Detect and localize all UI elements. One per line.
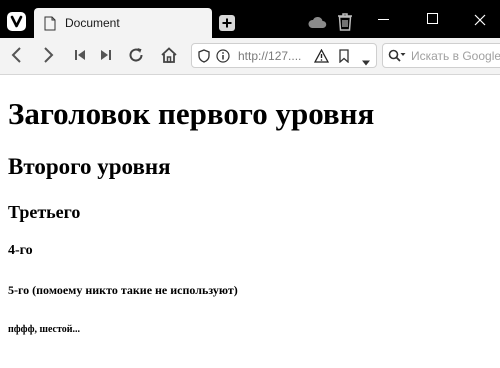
- heading-level-6: пффф, шестой...: [8, 324, 81, 335]
- heading-level-3: Третьего: [8, 202, 81, 222]
- heading-level-1: Заголовок первого уровня: [8, 96, 375, 131]
- tab-document[interactable]: Document: [34, 8, 212, 38]
- cloud-icon[interactable]: [307, 16, 327, 34]
- vivaldi-logo-icon[interactable]: [7, 12, 26, 31]
- heading-level-5: 5-го (помоему никто такие не используют): [8, 283, 238, 297]
- trash-icon[interactable]: [337, 13, 353, 36]
- new-tab-icon[interactable]: [218, 14, 236, 37]
- search-input[interactable]: Искать в Google: [411, 49, 500, 63]
- warning-icon[interactable]: [313, 48, 330, 68]
- document-icon: [44, 16, 56, 36]
- title-bar: Document: [0, 0, 500, 38]
- search-icon[interactable]: [388, 49, 406, 67]
- url-text: http://127....: [238, 49, 302, 63]
- minimize-icon[interactable]: [378, 19, 389, 20]
- navigation-toolbar: http://127.... Искать в Google: [0, 38, 500, 75]
- rewind-icon[interactable]: [74, 46, 86, 69]
- info-icon[interactable]: [216, 49, 230, 68]
- fast-forward-icon[interactable]: [100, 46, 112, 69]
- heading-level-4: 4-го: [8, 243, 33, 258]
- dropdown-icon[interactable]: [361, 53, 371, 71]
- search-bar[interactable]: Искать в Google: [382, 43, 500, 68]
- forward-icon[interactable]: [42, 46, 56, 69]
- address-bar[interactable]: http://127....: [191, 43, 377, 68]
- maximize-icon[interactable]: [427, 13, 438, 24]
- shield-icon[interactable]: [198, 49, 210, 68]
- bookmark-icon[interactable]: [339, 49, 349, 68]
- reload-icon[interactable]: [127, 46, 145, 69]
- close-icon[interactable]: [474, 13, 486, 31]
- tab-title: Document: [65, 16, 120, 30]
- heading-level-2: Второго уровня: [8, 154, 171, 179]
- back-icon[interactable]: [9, 46, 23, 69]
- home-icon[interactable]: [160, 46, 178, 69]
